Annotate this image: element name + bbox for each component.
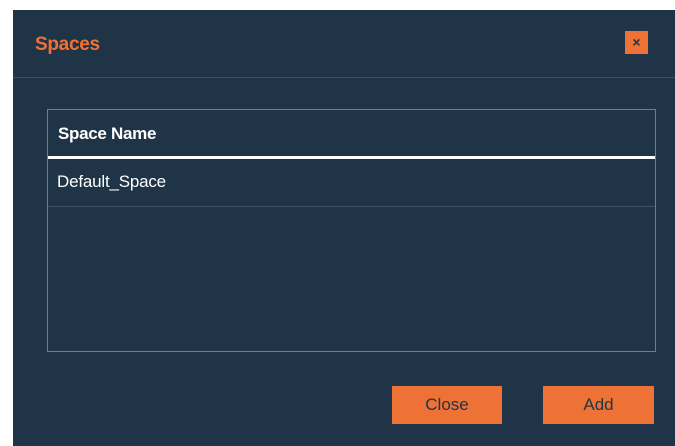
spaces-table: Space Name Default_Space	[47, 109, 656, 352]
add-button[interactable]: Add	[543, 386, 654, 424]
column-header-space-name: Space Name	[48, 110, 655, 159]
dialog-title: Spaces	[35, 34, 100, 55]
table-row[interactable]: Default_Space	[48, 159, 655, 207]
spaces-dialog: Spaces × Space Name Default_Space Close …	[13, 10, 675, 446]
table-cell-space-name: Default_Space	[57, 172, 166, 191]
dialog-header: Spaces ×	[13, 10, 675, 78]
close-button[interactable]: Close	[392, 386, 502, 424]
close-icon[interactable]: ×	[625, 31, 648, 54]
